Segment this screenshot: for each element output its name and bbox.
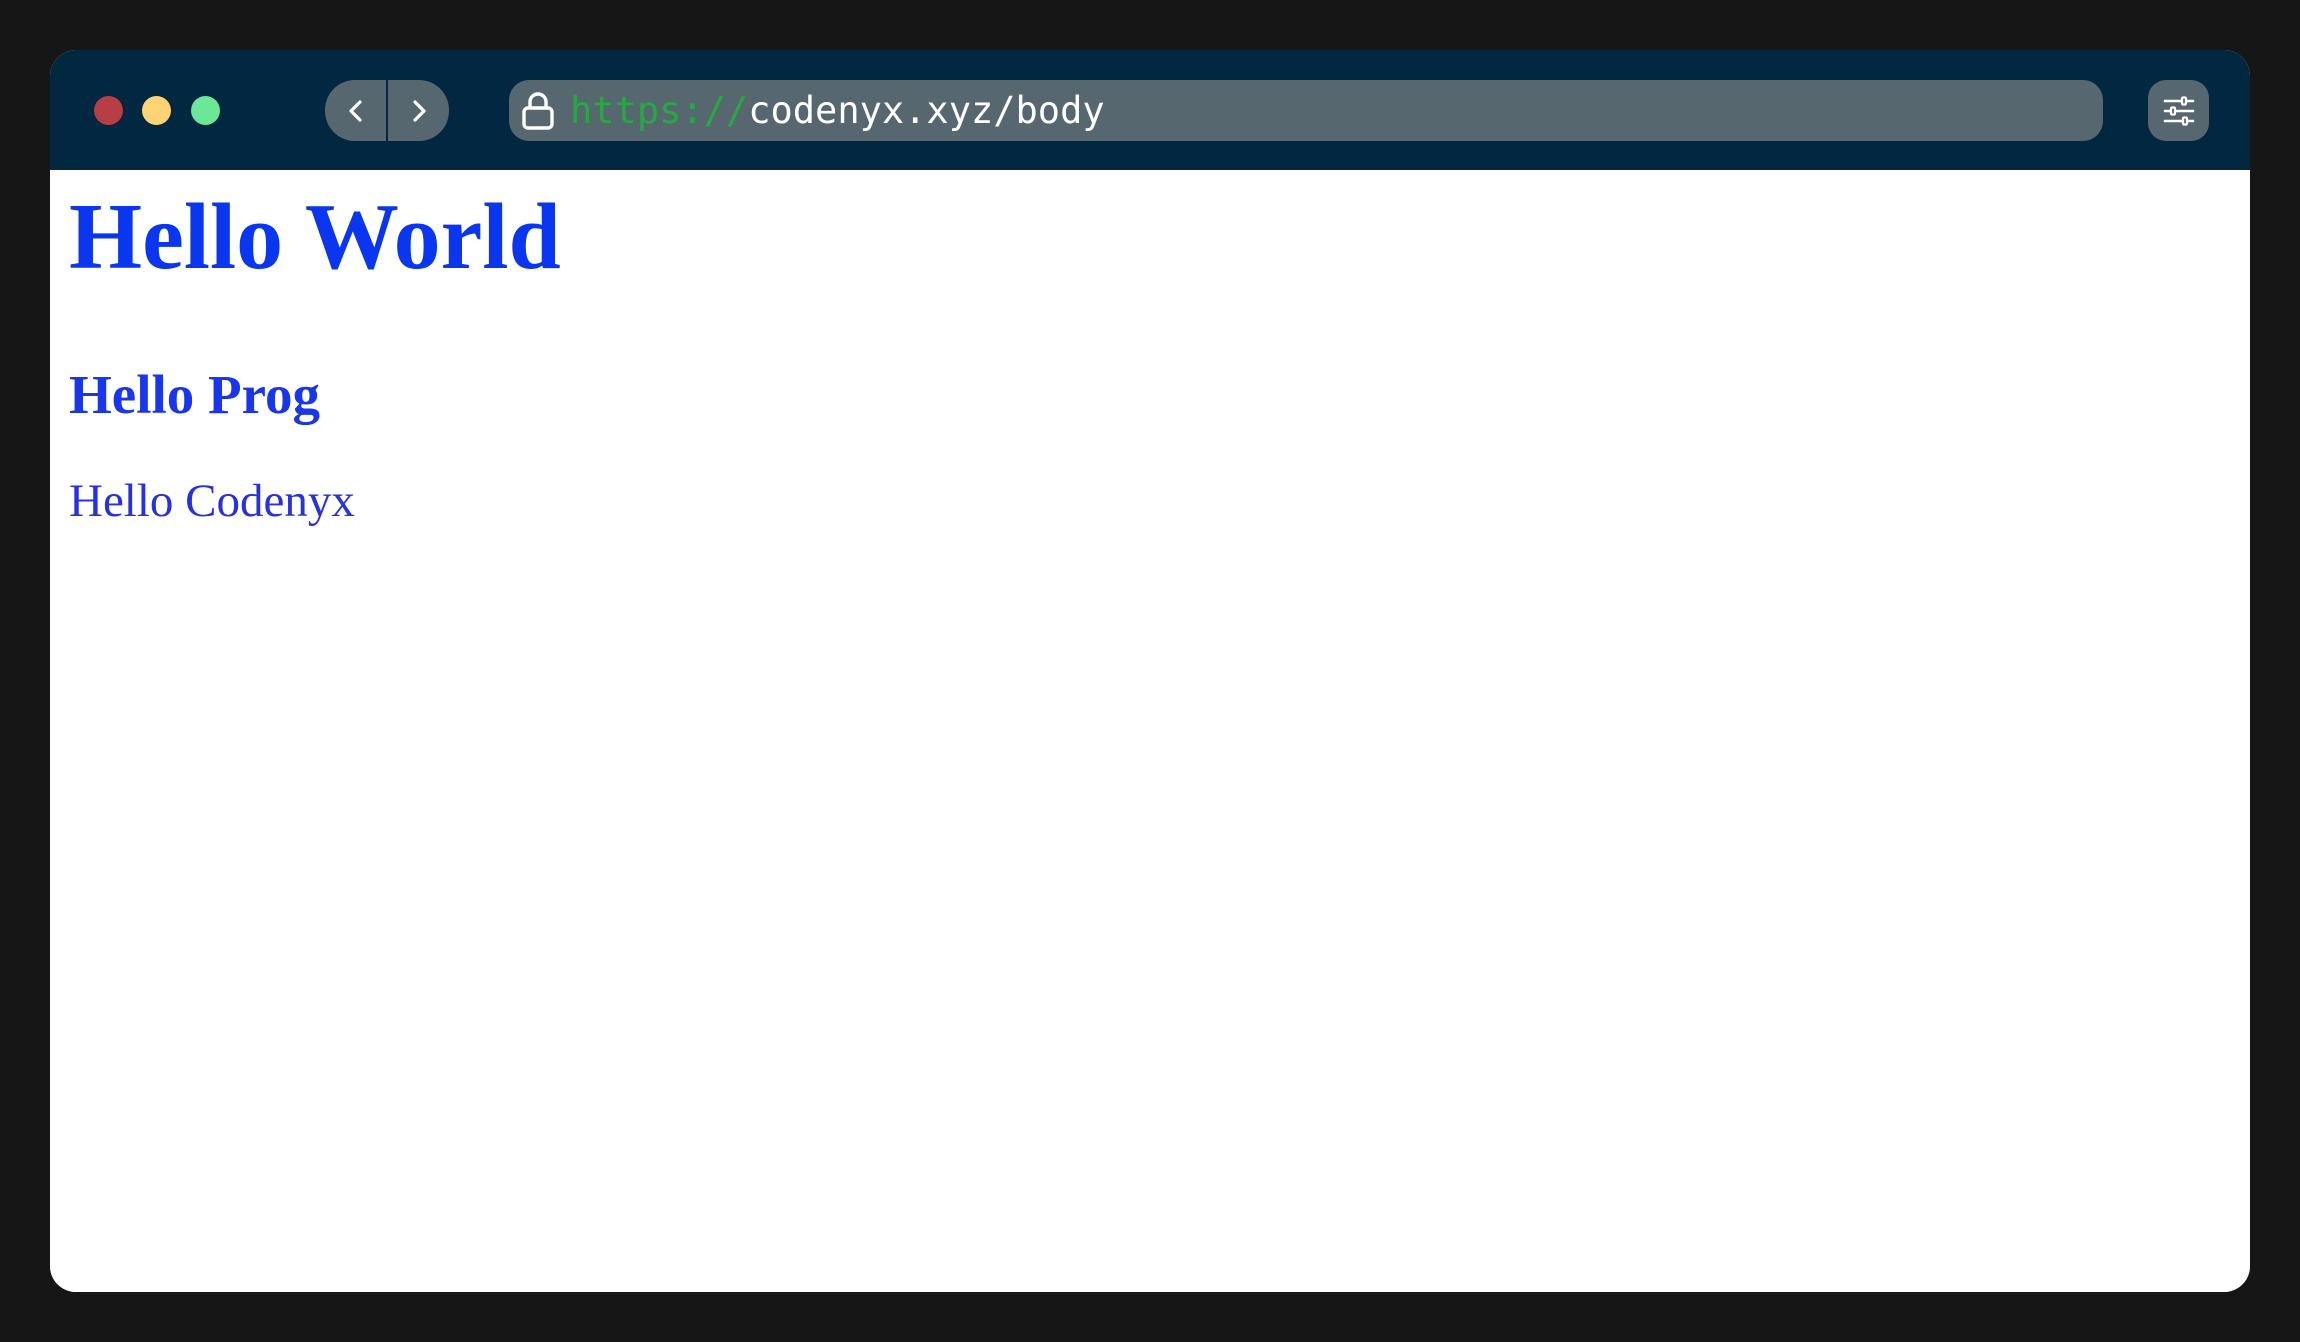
page-subheading: Hello Prog <box>69 364 321 425</box>
url-scheme: https:// <box>570 89 749 132</box>
close-window-button[interactable] <box>94 96 123 125</box>
lock-icon <box>522 92 554 130</box>
address-url[interactable]: https://codenyx.xyz/body <box>570 80 1105 141</box>
back-button[interactable] <box>325 80 386 141</box>
settings-button[interactable] <box>2148 80 2209 141</box>
page-paragraph: Hello Codenyx <box>69 475 355 527</box>
maximize-window-button[interactable] <box>191 96 220 125</box>
url-path: codenyx.xyz/body <box>748 89 1105 132</box>
chevron-right-icon <box>412 99 426 122</box>
page-heading: Hello World <box>69 185 561 289</box>
chevron-left-icon <box>348 99 362 122</box>
browser-window: https://codenyx.xyz/body Hello World Hel… <box>50 50 2250 1292</box>
address-bar[interactable]: https://codenyx.xyz/body <box>509 80 2103 141</box>
sliders-icon <box>2163 95 2194 126</box>
minimize-window-button[interactable] <box>142 96 171 125</box>
forward-button[interactable] <box>388 80 449 141</box>
browser-titlebar: https://codenyx.xyz/body <box>50 50 2250 170</box>
page-content: Hello World Hello Prog Hello Codenyx <box>50 170 2250 1292</box>
